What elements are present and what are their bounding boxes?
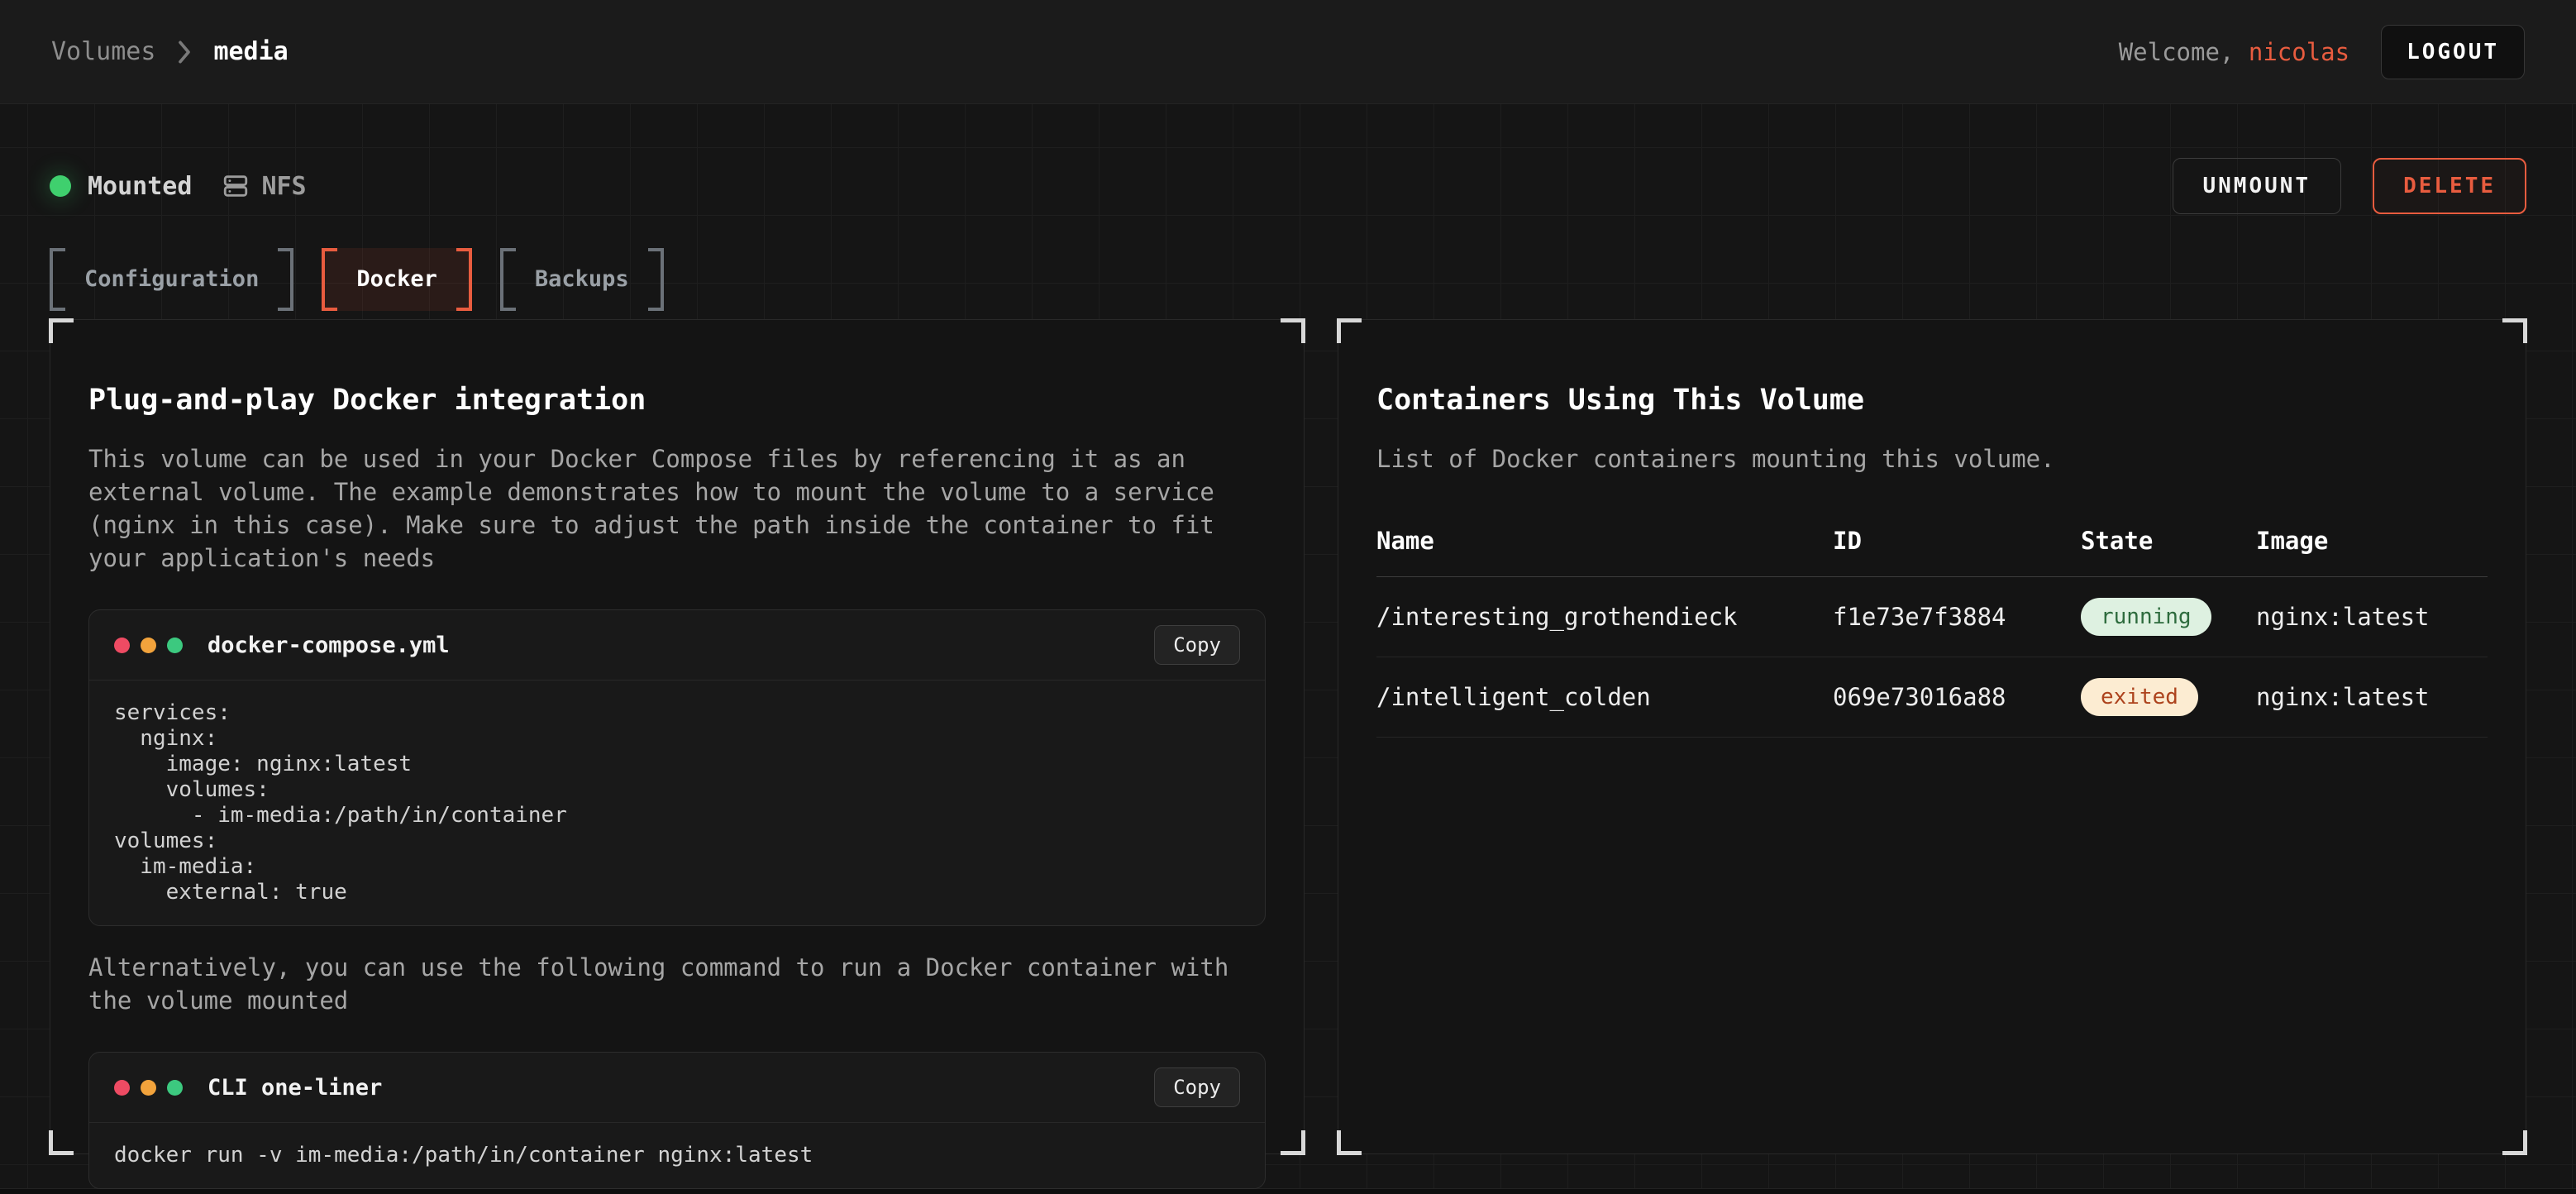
container-id: f1e73e7f3884 xyxy=(1833,577,2081,657)
docker-integration-panel: Plug-and-play Docker integration This vo… xyxy=(50,319,1305,1154)
welcome-prefix: Welcome, xyxy=(2119,38,2235,66)
status-badge: exited xyxy=(2081,678,2198,716)
chevron-right-icon xyxy=(175,40,193,64)
mounted-status-label: Mounted xyxy=(88,172,192,201)
cli-intro-text: Alternatively, you can use the following… xyxy=(88,951,1238,1017)
unmount-button[interactable]: UNMOUNT xyxy=(2173,158,2342,214)
window-dot-red-icon xyxy=(114,638,130,653)
window-dot-green-icon xyxy=(167,1080,183,1096)
mount-status: Mounted NFS xyxy=(50,172,307,201)
column-header-name: Name xyxy=(1376,527,1833,577)
window-dot-red-icon xyxy=(114,1080,130,1096)
container-name: /interesting_grothendieck xyxy=(1376,577,1833,657)
cli-filename: CLI one-liner xyxy=(208,1075,382,1101)
corner-bracket-icon xyxy=(49,318,74,343)
tab-configuration[interactable]: Configuration xyxy=(50,248,293,311)
window-dot-amber-icon xyxy=(141,1080,156,1096)
username: nicolas xyxy=(2249,38,2349,66)
docker-panel-title: Plug-and-play Docker integration xyxy=(88,382,1266,418)
footer-strip xyxy=(0,1188,2576,1194)
column-header-id: ID xyxy=(1833,527,2081,577)
status-badge: running xyxy=(2081,598,2211,636)
container-image: nginx:latest xyxy=(2256,657,2488,738)
mounted-status-dot-icon xyxy=(50,175,71,197)
tab-backups[interactable]: Backups xyxy=(500,248,664,311)
containers-panel-title: Containers Using This Volume xyxy=(1376,382,2488,418)
table-row: /interesting_grothendieck f1e73e7f3884 r… xyxy=(1376,577,2488,657)
breadcrumb-current-volume: media xyxy=(213,37,288,66)
corner-bracket-icon xyxy=(1337,1130,1362,1155)
topbar-right: Welcome, nicolas LOGOUT xyxy=(2119,25,2525,79)
window-dots xyxy=(114,1080,183,1096)
compose-code-content: services: nginx: image: nginx:latest vol… xyxy=(89,681,1265,925)
cli-copy-button[interactable]: Copy xyxy=(1154,1067,1240,1107)
tab-bar: Configuration Docker Backups xyxy=(50,248,2526,311)
containers-panel: Containers Using This Volume List of Doc… xyxy=(1338,319,2526,1154)
volume-actions: UNMOUNT DELETE xyxy=(2173,158,2527,214)
compose-code-block: docker-compose.yml Copy services: nginx:… xyxy=(88,609,1266,926)
breadcrumb-volumes-link[interactable]: Volumes xyxy=(51,37,155,66)
cli-code-block: CLI one-liner Copy docker run -v im-medi… xyxy=(88,1052,1266,1189)
volume-type-label: NFS xyxy=(261,172,306,201)
cli-code-header: CLI one-liner Copy xyxy=(89,1053,1265,1123)
tab-docker[interactable]: Docker xyxy=(322,248,472,311)
window-dot-green-icon xyxy=(167,638,183,653)
panels-row: Plug-and-play Docker integration This vo… xyxy=(50,319,2526,1154)
container-image: nginx:latest xyxy=(2256,577,2488,657)
window-dots xyxy=(114,638,183,653)
main-content: Mounted NFS UNMOUNT DELETE Configuration… xyxy=(0,104,2576,1188)
welcome-text: Welcome, nicolas xyxy=(2119,38,2349,66)
containers-panel-subtitle: List of Docker containers mounting this … xyxy=(1376,442,2488,475)
delete-button[interactable]: DELETE xyxy=(2373,158,2526,214)
docker-panel-description: This volume can be used in your Docker C… xyxy=(88,442,1238,575)
window-dot-amber-icon xyxy=(141,638,156,653)
logout-button[interactable]: LOGOUT xyxy=(2381,25,2525,79)
table-row: /intelligent_colden 069e73016a88 exited … xyxy=(1376,657,2488,738)
status-bar: Mounted NFS UNMOUNT DELETE xyxy=(50,104,2526,215)
table-header-row: Name ID State Image xyxy=(1376,527,2488,577)
volume-type: NFS xyxy=(222,172,306,201)
container-name: /intelligent_colden xyxy=(1376,657,1833,738)
corner-bracket-icon xyxy=(2502,1130,2527,1155)
corner-bracket-icon xyxy=(2502,318,2527,343)
container-id: 069e73016a88 xyxy=(1833,657,2081,738)
compose-code-header: docker-compose.yml Copy xyxy=(89,610,1265,681)
compose-filename: docker-compose.yml xyxy=(208,633,450,658)
compose-copy-button[interactable]: Copy xyxy=(1154,625,1240,665)
corner-bracket-icon xyxy=(1337,318,1362,343)
topbar: Volumes media Welcome, nicolas LOGOUT xyxy=(0,0,2576,104)
breadcrumb: Volumes media xyxy=(51,37,289,66)
column-header-image: Image xyxy=(2256,527,2488,577)
containers-table: Name ID State Image /interesting_grothen… xyxy=(1376,527,2488,738)
cli-code-content: docker run -v im-media:/path/in/containe… xyxy=(89,1123,1265,1188)
server-icon xyxy=(222,172,250,200)
column-header-state: State xyxy=(2081,527,2256,577)
corner-bracket-icon xyxy=(1281,1130,1305,1155)
corner-bracket-icon xyxy=(1281,318,1305,343)
corner-bracket-icon xyxy=(49,1130,74,1155)
